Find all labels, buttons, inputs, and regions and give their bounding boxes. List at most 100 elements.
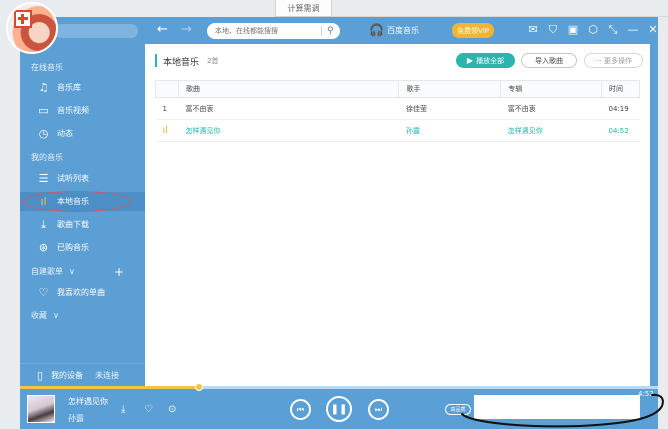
now-playing-artist[interactable]: 孙露 — [68, 413, 84, 424]
window-controls: ✉ ⛉ ▣ ⬡ ⤡ — ✕ — [523, 23, 663, 37]
search-box: ⚲ — [207, 23, 340, 39]
music-note-icon: ♫ — [38, 81, 49, 94]
music-player-window: 在线音乐 ♫ 音乐库 ▭ 音乐视频 ◷ 动态 我的音乐 ☰ 试听列表 ıl 本地… — [6, 2, 658, 429]
headphones-icon: 🎧 — [369, 23, 384, 37]
clock-icon: ◷ — [38, 127, 49, 140]
row-number: 1 — [155, 97, 179, 120]
row-artist[interactable]: 孙露 — [398, 119, 501, 142]
sidebar-item-purchased[interactable]: ⊛ 已购音乐 — [20, 238, 145, 257]
briefcase-icon[interactable]: ▣ — [563, 23, 583, 37]
row-time: 04:52 — [601, 119, 640, 142]
now-playing-title[interactable]: 怎样遇见你 — [68, 396, 108, 407]
sidebar-item-label: 音乐库 — [57, 83, 81, 92]
brand[interactable]: 🎧 百度音乐 — [369, 23, 419, 37]
table-row-playing[interactable]: ıl 怎样遇见你 孙露 怎样遇见你 04:52 — [155, 119, 640, 142]
total-time: 4:52 — [638, 390, 654, 398]
play-icon: ▶ — [466, 56, 474, 65]
chevron-down-icon: ∨ — [69, 267, 75, 276]
forward-arrow-icon[interactable]: → — [181, 22, 192, 37]
section-my-music: 我的音乐 — [31, 153, 63, 162]
background-tab: 计算需调 — [275, 0, 332, 17]
song-table: 歌曲 歌手 专辑 时间 1 富不由衷 徐佳莹 富不由衷 04:19 ıl 怎样遇… — [155, 80, 640, 142]
column-header-artist[interactable]: 歌手 — [398, 80, 502, 98]
column-header-time[interactable]: 时间 — [601, 80, 640, 98]
monitor-icon: ▭ — [38, 104, 49, 117]
more-actions-button[interactable]: ··· 更多操作 — [584, 53, 643, 68]
right-edge-strip — [650, 44, 658, 386]
chevron-down-icon: ∨ — [53, 311, 59, 320]
sidebar-item-music-library[interactable]: ♫ 音乐库 — [20, 78, 145, 97]
progress-bar[interactable] — [20, 383, 658, 391]
device-status: 未连接 — [95, 370, 120, 380]
sidebar-item-label: 动态 — [57, 129, 73, 138]
row-album[interactable]: 富不由衷 — [500, 97, 602, 120]
section-label: 自建歌单 — [31, 267, 63, 276]
row-song: 怎样遇见你 — [178, 119, 399, 142]
table-row[interactable]: 1 富不由衷 徐佳莹 富不由衷 04:19 — [155, 97, 640, 120]
search-icon[interactable]: ⚲ — [327, 26, 334, 36]
sidebar-item-favorites[interactable]: ♡ 我喜欢的单曲 — [20, 283, 145, 302]
row-time: 04:19 — [601, 97, 640, 120]
minimize-icon[interactable]: — — [623, 23, 643, 37]
next-icon: ⏭ — [374, 404, 383, 414]
mail-icon[interactable]: ✉ — [523, 23, 543, 37]
download-icon[interactable]: ⤓ — [121, 404, 125, 415]
top-bar: ← → ⚲ 🎧 百度音乐 免费领VIP ✉ ⛉ ▣ ⬡ ⤡ — ✕ — [145, 17, 658, 44]
download-icon: ⤓ — [41, 217, 46, 231]
more-icon[interactable]: ⊙ — [168, 404, 176, 415]
sidebar-item-activity[interactable]: ◷ 动态 — [20, 124, 145, 143]
sidebar-item-downloads[interactable]: ⤓ 歌曲下载 — [20, 215, 145, 234]
quality-badge[interactable]: 高品质 — [445, 404, 471, 415]
phone-icon: ▯ — [37, 368, 44, 382]
album-cover[interactable] — [27, 395, 55, 423]
progress-handle[interactable] — [194, 383, 203, 391]
column-header-number — [155, 80, 179, 98]
column-header-album[interactable]: 专辑 — [500, 80, 603, 98]
previous-track-button[interactable]: ⏮ — [290, 399, 311, 420]
song-count: 2首 — [207, 57, 219, 65]
sidebar-item-music-video[interactable]: ▭ 音乐视频 — [20, 101, 145, 120]
sidebar-item-label: 音乐视频 — [57, 106, 89, 115]
previous-icon: ⏮ — [296, 404, 305, 414]
section-collections[interactable]: 收藏 ∨ — [31, 310, 59, 321]
settings-icon[interactable]: ⬡ — [583, 23, 603, 37]
add-playlist-icon[interactable]: + — [114, 265, 124, 279]
search-input[interactable] — [215, 27, 319, 35]
section-custom-playlists[interactable]: 自建歌单 ∨ — [31, 266, 75, 277]
row-artist[interactable]: 徐佳莹 — [398, 97, 501, 120]
sidebar-item-label: 歌曲下载 — [57, 220, 89, 229]
device-label: 我的设备 — [51, 370, 84, 380]
username-pill[interactable] — [54, 24, 138, 38]
vip-button[interactable]: 免费领VIP — [452, 23, 494, 38]
brand-name: 百度音乐 — [386, 25, 419, 35]
pause-icon: ❚❚ — [330, 403, 348, 415]
now-playing-icon: ıl — [155, 119, 179, 142]
next-track-button[interactable]: ⏭ — [368, 399, 389, 420]
import-songs-button[interactable]: 导入歌曲 — [521, 53, 577, 68]
sidebar: 在线音乐 ♫ 音乐库 ▭ 音乐视频 ◷ 动态 我的音乐 ☰ 试听列表 ıl 本地… — [20, 17, 145, 386]
column-header-song[interactable]: 歌曲 — [177, 80, 400, 98]
page-title: 本地音乐 — [163, 58, 200, 68]
table-header: 歌曲 歌手 专辑 时间 — [155, 80, 640, 98]
my-device-button[interactable]: ▯ 我的设备 未连接 — [20, 363, 145, 386]
redaction-box — [474, 395, 640, 419]
title-accent-bar — [155, 54, 157, 67]
shirt-icon[interactable]: ⛉ — [543, 23, 563, 37]
progress-fill — [20, 386, 199, 389]
play-all-button[interactable]: ▶ 播放全部 — [456, 53, 515, 68]
shrink-icon[interactable]: ⤡ — [603, 23, 623, 37]
close-icon[interactable]: ✕ — [643, 23, 663, 37]
back-arrow-icon[interactable]: ← — [157, 22, 168, 37]
app-logo-avatar[interactable] — [6, 2, 58, 54]
section-online-music: 在线音乐 — [31, 63, 63, 72]
pause-button[interactable]: ❚❚ — [326, 396, 352, 422]
annotation-highlight-oval — [23, 191, 131, 212]
add-icon — [14, 10, 32, 28]
content-header: 本地音乐 2首 ▶ 播放全部 导入歌曲 ··· 更多操作 — [145, 44, 650, 74]
sidebar-item-trial-list[interactable]: ☰ 试听列表 — [20, 169, 145, 188]
heart-icon[interactable]: ♡ — [144, 404, 153, 415]
play-all-label: 播放全部 — [476, 56, 505, 65]
row-song: 富不由衷 — [178, 97, 399, 120]
sidebar-item-label: 已购音乐 — [57, 243, 89, 252]
row-album[interactable]: 怎样遇见你 — [500, 119, 602, 142]
